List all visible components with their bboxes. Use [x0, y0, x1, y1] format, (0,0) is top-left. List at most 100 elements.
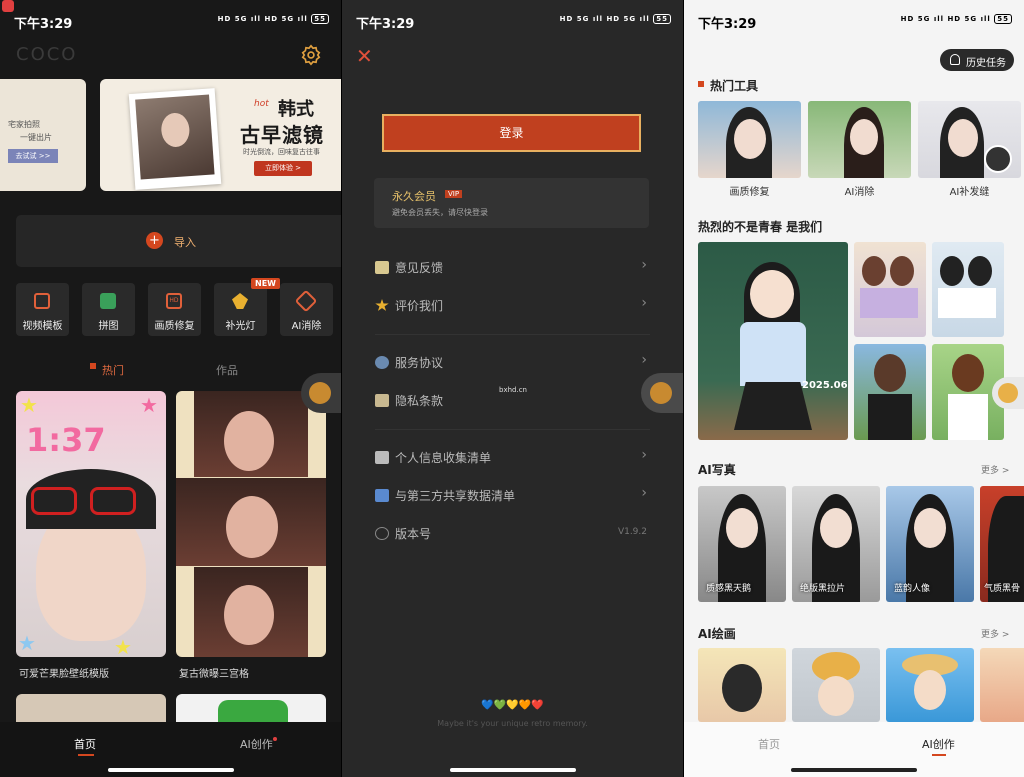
banner-left[interactable]: 宅家拍照 一键出片 去试试 >> — [0, 79, 86, 191]
youth-main-image[interactable]: 2025.06 — [698, 242, 848, 440]
banner-try-button[interactable]: 立即体验 > — [254, 161, 312, 176]
youth-skirt — [734, 382, 812, 430]
paint-card-1[interactable] — [698, 648, 786, 722]
menu-label: 意见反馈 — [395, 261, 444, 275]
home-screen: 下午3:29 HD 5G ıll HD 5G ıll 55 COCO 宅家拍照 … — [0, 0, 341, 777]
youth-thumb-3[interactable] — [854, 344, 926, 440]
divider — [375, 429, 650, 430]
paint-card-2[interactable] — [792, 648, 880, 722]
banner-main[interactable]: hot 韩式 古早滤镜 时光倒流，回味复古往事 立即体验 > — [100, 79, 341, 191]
menu-label: 评价我们 — [395, 299, 444, 313]
paint-card-3[interactable] — [886, 648, 974, 722]
youth-thumb-2[interactable] — [932, 242, 1004, 337]
tool-enhance[interactable]: HD 画质修复 — [148, 283, 201, 336]
battery-icon: 55 — [994, 14, 1012, 24]
battery-icon: 55 — [311, 14, 329, 24]
tool-label: 视频模板 — [22, 321, 63, 332]
tool-thumb-hairline[interactable] — [918, 101, 1021, 178]
signal-text: HD 5G ıll HD 5G ıll — [217, 15, 308, 23]
floating-handle[interactable] — [641, 373, 683, 413]
nav-home[interactable]: 首页 — [758, 736, 780, 752]
settings-gear-icon[interactable] — [300, 44, 322, 66]
envelope-icon — [375, 451, 389, 464]
template-card-2[interactable] — [176, 391, 326, 657]
portrait-card-2[interactable]: 绝版黑拉片 — [792, 486, 880, 602]
tool-label: 画质修复 — [729, 187, 770, 198]
tab-hot[interactable]: 热门 — [102, 362, 124, 378]
menu-screen: 下午3:29 HD 5G ıll HD 5G ıll 55 ✕ 登录 永久会员 … — [342, 0, 683, 777]
nav-ai[interactable]: AI创作 — [240, 736, 273, 752]
chevron-right-icon: › — [641, 295, 647, 311]
video-icon — [34, 293, 50, 309]
menu-rate[interactable]: 评价我们 › — [375, 291, 647, 321]
nav-ai-dot — [273, 737, 277, 741]
tool-ai-erase[interactable]: AI消除 — [280, 283, 333, 336]
floating-handle[interactable] — [301, 373, 341, 413]
signal-text: HD 5G ıll HD 5G ıll — [900, 15, 991, 23]
tool-video-template[interactable]: 视频模板 — [16, 283, 69, 336]
tool-fill-light[interactable]: 补光灯 — [214, 283, 267, 336]
menu-feedback[interactable]: 意见反馈 › — [375, 253, 647, 283]
menu-service[interactable]: 服务协议 › — [375, 348, 647, 378]
star-icon: ★ — [140, 393, 158, 417]
portrait-card-3[interactable]: 蓝韵人像 — [886, 486, 974, 602]
youth-face — [750, 270, 794, 318]
portrait-label: 绝版黑拉片 — [800, 584, 846, 594]
history-button[interactable]: 历史任务 — [940, 49, 1014, 71]
bottom-nav: 首页 AI创作 — [0, 722, 341, 777]
tool-label: 拼图 — [98, 321, 119, 332]
divider — [375, 334, 650, 335]
portrait-title: AI写真 — [698, 463, 736, 477]
tool-label: 画质修复 — [154, 321, 195, 332]
banner-photo — [128, 88, 222, 190]
bulb-icon — [232, 293, 248, 309]
paint-card-4[interactable] — [980, 648, 1024, 722]
signal-icons: HD 5G ıll HD 5G ıll 55 — [218, 14, 329, 24]
banner-hot: hot — [254, 99, 269, 109]
tool-label: AI消除 — [291, 321, 322, 332]
portrait-card-1[interactable]: 质感黑天鹅 — [698, 486, 786, 602]
hearts: 💙💚💛🧡❤️ — [481, 700, 544, 711]
card1-glasses-left — [31, 487, 77, 515]
login-button[interactable]: 登录 — [382, 114, 641, 152]
tool-thumb-erase[interactable] — [808, 101, 911, 178]
menu-third-party[interactable]: 与第三方共享数据清单 › — [375, 481, 647, 511]
template-card-1[interactable]: 1:37 ★ ★ ★ ★ — [16, 391, 166, 657]
portrait-label: 质感黑天鹅 — [706, 584, 752, 594]
nav-home[interactable]: 首页 — [74, 736, 96, 752]
tab-active-dot — [90, 363, 96, 369]
menu-label: 服务协议 — [395, 356, 444, 370]
watermark: bxhd.cn — [499, 386, 527, 394]
card2-photo-3 — [194, 567, 308, 657]
tab-works[interactable]: 作品 — [216, 362, 238, 378]
nav-ai[interactable]: AI创作 — [922, 736, 955, 752]
vip-card[interactable]: 永久会员 VIP 避免会员丢失，请尽快登录 — [374, 178, 649, 228]
banner-title1: 韩式 — [278, 99, 314, 120]
banner-title2: 古早滤镜 — [240, 123, 324, 147]
home-indicator — [449, 768, 576, 772]
banner-subtitle: 时光倒流，回味复古往事 — [243, 148, 320, 156]
ai-screen: 下午3:29 HD 5G ıll HD 5G ıll 55 历史任务 热门工具 … — [684, 0, 1024, 777]
signal-icons: HD 5G ıll HD 5G ıll 55 — [901, 14, 1012, 24]
tool-thumb-enhance[interactable] — [698, 101, 801, 178]
import-button[interactable]: + 导入 — [16, 215, 341, 267]
vip-badge: VIP — [445, 190, 463, 198]
template-card-4[interactable] — [176, 694, 326, 724]
portrait-more-link[interactable]: 更多 > — [981, 463, 1009, 476]
floating-handle[interactable] — [992, 377, 1024, 409]
template-card-3[interactable] — [16, 694, 166, 724]
grid-icon — [100, 293, 116, 309]
portrait-card-4[interactable]: 气质黑骨 — [980, 486, 1024, 602]
tool-label: AI补发缝 — [949, 187, 990, 198]
portrait-label: 蓝韵人像 — [894, 584, 931, 594]
tray-icon — [375, 489, 389, 502]
menu-label: 版本号 — [395, 527, 432, 541]
close-icon[interactable]: ✕ — [356, 44, 373, 68]
tool-collage[interactable]: 拼图 — [82, 283, 135, 336]
new-badge: NEW — [251, 278, 280, 289]
youth-thumb-1[interactable] — [854, 242, 926, 337]
banner-left-button[interactable]: 去试试 >> — [8, 149, 58, 163]
menu-info-list[interactable]: 个人信息收集清单 › — [375, 443, 647, 473]
tool-label: 补光灯 — [225, 321, 256, 332]
paint-more-link[interactable]: 更多 > — [981, 627, 1009, 640]
